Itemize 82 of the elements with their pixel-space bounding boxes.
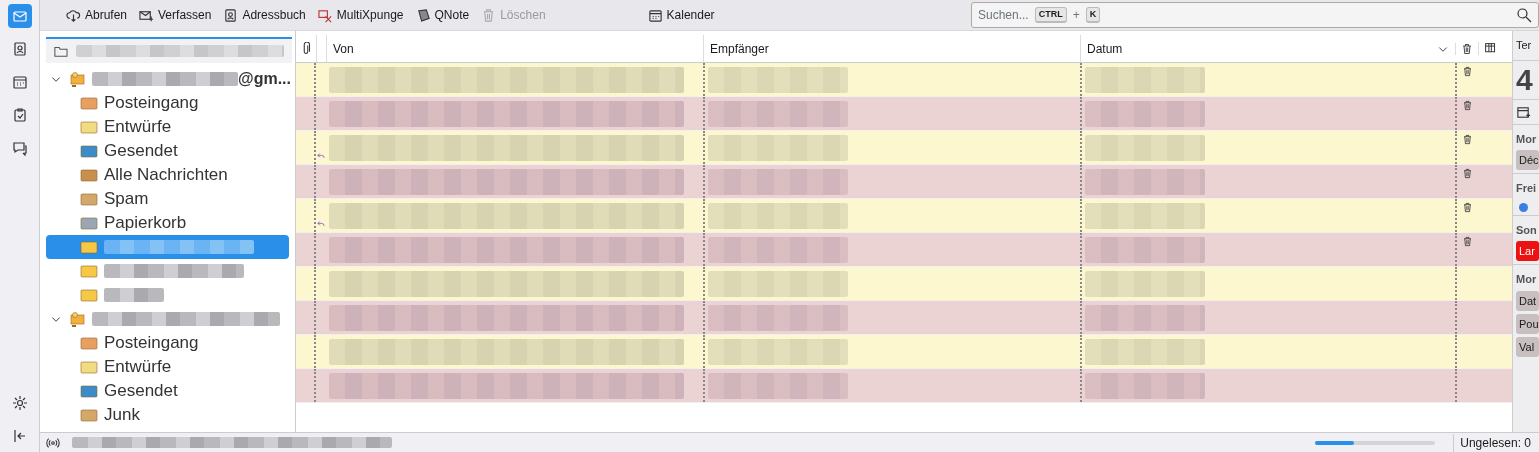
connection-icon [46,435,60,450]
account-icon [68,310,86,328]
junk-icon [80,191,98,207]
search-placeholder: Suchen... [978,7,1029,24]
address-book-icon [223,7,239,23]
folder-icon [80,287,98,303]
toolbar-button[interactable]: Verfassen [133,4,218,26]
draft-icon [80,359,98,375]
toolbar-button[interactable]: Abrufen [60,4,134,26]
message-row[interactable] [296,131,1512,165]
account-row[interactable]: @gm... [46,67,295,91]
event-item[interactable]: Dat [1516,290,1539,311]
folder-row[interactable]: Posteingang [46,91,295,115]
chat-icon [11,140,28,156]
junk-icon [80,407,98,423]
toolbar-button[interactable]: MultiXpunge [311,4,410,26]
toolbar-button[interactable]: Kalender [641,4,721,26]
message-row[interactable] [296,199,1512,233]
key-plus: + [1072,7,1080,24]
message-row[interactable] [296,369,1512,403]
inbox-icon [80,335,98,351]
today-header: Ter [1515,38,1533,53]
folder-row[interactable]: Entwürfe [46,115,295,139]
message-row[interactable] [296,97,1512,131]
folder-row[interactable]: Alle Nachrichten [46,163,295,187]
folder-row[interactable]: Gesendet [46,139,295,163]
column-header[interactable]: Datum [1080,35,1455,62]
address-book-icon [11,41,28,57]
message-row[interactable] [296,63,1512,97]
column-header[interactable]: Von [326,35,703,62]
folder-row[interactable]: Spam [46,187,295,211]
message-row[interactable] [296,335,1512,369]
folder-row[interactable]: Posteingang [46,331,295,355]
keyboard-key: CTRL [1034,6,1067,24]
notepad-icon [415,7,431,23]
event-item[interactable]: Pou [1516,313,1539,334]
search-field[interactable]: Suchen... CTRL + K [971,2,1539,28]
collapse-icon [11,428,28,444]
event-item[interactable]: Val [1516,336,1539,357]
gear-icon [11,395,28,411]
event-item[interactable]: Déc [1516,150,1539,170]
sent-icon [80,143,98,159]
event-item[interactable]: Lar [1516,241,1539,261]
clipboard-icon [11,107,28,123]
calendar-icon [11,74,28,90]
draft-icon [80,119,98,135]
search-icon [1516,7,1532,23]
message-row[interactable] [296,267,1512,301]
space-button[interactable] [7,4,32,28]
folder-row[interactable]: Entwürfe [46,355,295,379]
column-header[interactable]: Empfänger [703,35,1080,62]
folder-row[interactable] [46,235,289,259]
message-row[interactable] [296,233,1512,267]
section-title: Frei [1513,173,1539,200]
keyboard-key: K [1085,6,1101,24]
toolbar-button[interactable]: QNote [409,4,476,26]
message-row[interactable] [296,165,1512,199]
folder-icon [80,239,98,255]
sent-icon [80,383,98,399]
folder-icon [54,44,68,58]
new-event-icon [1516,104,1531,120]
envelope-cross-icon [317,7,333,23]
column-picker-icon [1483,42,1497,55]
folder-row[interactable]: Gesendet [46,379,295,403]
account-name[interactable]: @gm... [238,67,291,91]
trash-icon [1461,42,1473,55]
wastebasket-icon [80,215,98,231]
account-icon [68,70,86,88]
toolbar-button[interactable]: Adressbuch [217,4,312,26]
folder-row[interactable]: Papierkorb [46,211,295,235]
cloud-download-icon [66,7,81,23]
day-number: 4 [1513,59,1539,99]
inbox-icon [80,95,98,111]
calendar-icon [647,7,663,23]
blurred-text [104,288,164,302]
archive-icon [80,167,98,183]
envelope-icon [11,8,28,24]
section-title: Mor [1513,264,1539,291]
message-row[interactable] [296,301,1512,335]
folder-icon [80,263,98,279]
unread-count: Ungelesen: 0 [1453,433,1531,452]
folder-row[interactable]: Junk [46,403,295,427]
